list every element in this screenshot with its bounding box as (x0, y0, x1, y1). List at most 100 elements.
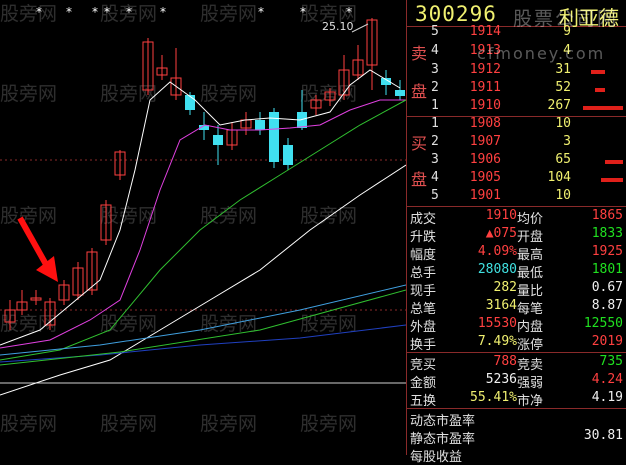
bid-row[interactable]: 4 1905 104 (407, 170, 626, 189)
watermark-text: 股旁网 (0, 413, 57, 435)
stat-value: 1925 (591, 244, 623, 259)
star-marker: * (300, 5, 306, 19)
star-marker: * (126, 5, 132, 19)
stat-row: 静态市盈率 30.81 (407, 428, 626, 447)
star-marker: * (66, 5, 72, 19)
watermark-text: 股旁网 (0, 205, 57, 227)
stat-value: 735 (599, 354, 623, 369)
divider (407, 352, 626, 353)
bid-level: 4 (431, 170, 439, 185)
bid-row[interactable]: 3 1906 65 (407, 152, 626, 171)
watermark-text: 股旁网 (0, 313, 57, 335)
bid-price: 1901 (469, 188, 501, 203)
watermark-text: 股旁网 (100, 313, 157, 335)
stat-value: 15530 (477, 316, 517, 331)
stat-label: 市净 (517, 394, 544, 409)
stat-label: 升跌 (410, 230, 437, 245)
stat-row: 换手 7.49% 涨停 2019 (407, 334, 626, 353)
watermark-text: 股旁网 (200, 83, 257, 105)
stat-value: 4.24 (591, 372, 623, 387)
divider (407, 206, 626, 207)
stat-label: 动态市盈率 (410, 414, 476, 429)
stat-label: 开盘 (517, 230, 544, 245)
bid-row[interactable]: 5 1901 10 (407, 188, 626, 207)
candle-body (213, 135, 223, 145)
candlestick-chart[interactable]: 股旁网 股旁网 股旁网 股旁网 股旁网 股旁网 股旁网 股旁网 股旁网 股旁网 股旁网 股旁网 股旁网股… (0, 0, 407, 455)
stat-value: 1865 (591, 208, 623, 223)
bid-row[interactable]: 1 1908 10 (407, 116, 626, 135)
stat-label: 强弱 (517, 376, 544, 391)
ask-row[interactable]: 2 1911 52 (407, 80, 626, 99)
bid-depth-bar (605, 160, 623, 164)
stat-value: 788 (493, 354, 517, 369)
bid-price: 1908 (469, 116, 501, 131)
stat-row: 现手 282 量比 0.67 (407, 280, 626, 299)
stat-label: 金额 (410, 376, 437, 391)
peak-marker-line (351, 23, 369, 33)
star-marker: * (346, 5, 352, 19)
star-marker: * (104, 5, 110, 19)
ask-level: 5 (431, 24, 439, 39)
stat-label: 涨停 (517, 338, 544, 353)
stat-value: 4.19 (591, 390, 623, 405)
ask-depth-bar (595, 88, 605, 92)
candle-body (269, 112, 279, 162)
stat-value: 30.81 (583, 428, 623, 443)
stat-label: 内盘 (517, 320, 544, 335)
stat-row: 金额 5236 强弱 4.24 (407, 372, 626, 391)
stat-label: 竞买 (410, 358, 437, 373)
bid-level: 2 (431, 134, 439, 149)
stock-code[interactable]: 300296 (415, 2, 497, 26)
candle-body (185, 95, 195, 110)
ma-line (0, 164, 407, 396)
bid-price: 1905 (469, 170, 501, 185)
ask-level: 1 (431, 98, 439, 113)
stat-value: 4.09% (477, 244, 517, 259)
stat-label: 静态市盈率 (410, 432, 476, 447)
bid-volume: 10 (555, 188, 571, 203)
stat-label: 每股收益 (410, 450, 463, 465)
star-marker: * (36, 5, 42, 19)
bid-depth-bar (601, 178, 623, 182)
watermark-text: 股旁网 (100, 413, 157, 435)
stat-value: 12550 (583, 316, 623, 331)
stat-row: 总手 28080 最低 1801 (407, 262, 626, 281)
stat-value: 8.87 (591, 298, 623, 313)
stat-row: 成交 1910 均价 1865 (407, 208, 626, 227)
ask-row[interactable]: 1 1910 267 (407, 98, 626, 117)
stat-label: 竞卖 (517, 358, 544, 373)
divider (407, 408, 626, 409)
stat-label: 均价 (517, 212, 544, 227)
stat-value: 5236 (485, 372, 517, 387)
ask-row[interactable]: 3 1912 31 (407, 62, 626, 81)
bid-level: 3 (431, 152, 439, 167)
bid-row[interactable]: 2 1907 3 (407, 134, 626, 153)
ask-volume: 31 (555, 62, 571, 77)
star-marker: * (258, 5, 264, 19)
stat-row: 动态市盈率 (407, 410, 626, 429)
red-arrow-icon (17, 216, 58, 282)
stat-label: 最高 (517, 248, 544, 263)
bid-volume: 3 (563, 134, 571, 149)
stat-label: 换手 (410, 338, 437, 353)
ask-volume: 267 (547, 98, 571, 113)
watermark-text: 股旁网 (300, 205, 357, 227)
bid-price: 1906 (469, 152, 501, 167)
stat-value: 282 (493, 280, 517, 295)
stat-label: 最低 (517, 266, 544, 281)
star-marker: * (160, 5, 166, 19)
stat-label: 现手 (410, 284, 437, 299)
watermark-text: 股旁网 (300, 413, 357, 435)
ask-depth-bar (591, 70, 605, 74)
stat-label: 每笔 (517, 302, 544, 317)
stat-row: 五换 55.41% 市净 4.19 (407, 390, 626, 409)
stat-value: 1801 (591, 262, 623, 277)
stat-value: ▲075 (485, 226, 517, 241)
stat-row: 竞买 788 竞卖 735 (407, 354, 626, 373)
site-header-watermark: 股票公司网 (513, 8, 619, 30)
stat-value: 0.67 (591, 280, 623, 295)
ask-level: 3 (431, 62, 439, 77)
bid-price: 1907 (469, 134, 501, 149)
chart-canvas[interactable]: 股旁网股旁网 股旁网 股旁网股旁网 股旁网 股旁网 股旁网股旁网 股旁网 股旁网 股旁网股旁网股… (0, 0, 407, 455)
stat-row: 外盘 15530 内盘 12550 (407, 316, 626, 335)
